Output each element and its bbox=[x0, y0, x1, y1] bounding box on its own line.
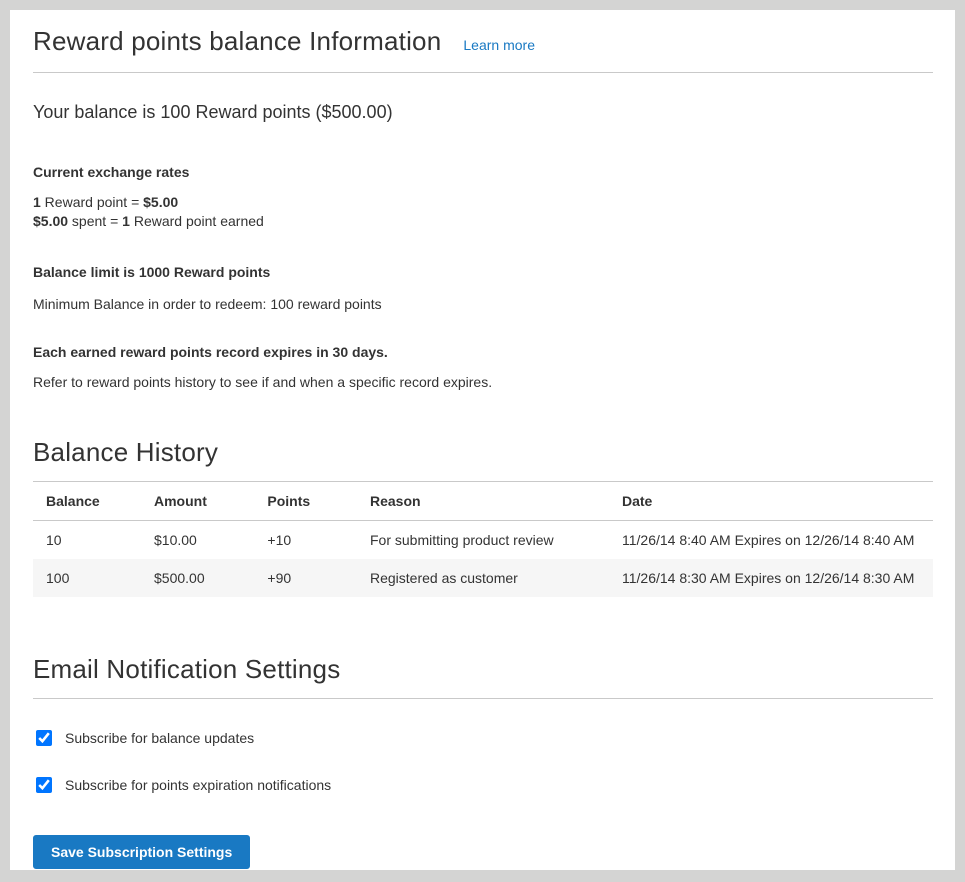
cell-balance: 100 bbox=[33, 559, 141, 597]
rate-equals-text: Reward point = bbox=[41, 194, 143, 210]
balance-summary: Your balance is 100 Reward points ($500.… bbox=[33, 102, 933, 123]
rate-point-count: 1 bbox=[33, 194, 41, 210]
table-header-row: Balance Amount Points Reason Date bbox=[33, 482, 933, 521]
earned-point-text: Reward point earned bbox=[130, 213, 264, 229]
cell-date: 11/26/14 8:30 AM Expires on 12/26/14 8:3… bbox=[609, 559, 933, 597]
minimum-redeem-text: Minimum Balance in order to redeem: 100 … bbox=[33, 296, 933, 312]
learn-more-link[interactable]: Learn more bbox=[463, 37, 535, 53]
expiration-note-text: Refer to reward points history to see if… bbox=[33, 374, 933, 390]
subscribe-balance-updates-checkbox[interactable] bbox=[36, 730, 52, 746]
exchange-rates-heading: Current exchange rates bbox=[33, 164, 933, 180]
balance-history-heading: Balance History bbox=[33, 437, 933, 482]
column-header-amount: Amount bbox=[141, 482, 254, 521]
exchange-rates-lines: 1 Reward point = $5.00 $5.00 spent = 1 R… bbox=[33, 193, 933, 231]
rate-point-value: $5.00 bbox=[143, 194, 178, 210]
exchange-rate-spend-line: $5.00 spent = 1 Reward point earned bbox=[33, 212, 933, 231]
spend-equals-text: spent = bbox=[68, 213, 122, 229]
cell-date: 11/26/14 8:40 AM Expires on 12/26/14 8:4… bbox=[609, 521, 933, 560]
page-header: Reward points balance Information Learn … bbox=[33, 26, 933, 73]
column-header-date: Date bbox=[609, 482, 933, 521]
page-title: Reward points balance Information bbox=[33, 26, 441, 57]
cell-amount: $500.00 bbox=[141, 559, 254, 597]
table-row: 10 $10.00 +10 For submitting product rev… bbox=[33, 521, 933, 560]
save-subscription-settings-button[interactable]: Save Subscription Settings bbox=[33, 835, 250, 869]
subscribe-balance-updates-row: Subscribe for balance updates bbox=[33, 730, 933, 746]
expiration-rule-text: Each earned reward points record expires… bbox=[33, 344, 933, 360]
column-header-balance: Balance bbox=[33, 482, 141, 521]
cell-reason: Registered as customer bbox=[357, 559, 609, 597]
cell-points: +90 bbox=[254, 559, 357, 597]
column-header-reason: Reason bbox=[357, 482, 609, 521]
email-settings-heading: Email Notification Settings bbox=[33, 654, 933, 699]
column-header-points: Points bbox=[254, 482, 357, 521]
exchange-rate-earn-line: 1 Reward point = $5.00 bbox=[33, 193, 933, 212]
subscribe-expiration-notifications-label[interactable]: Subscribe for points expiration notifica… bbox=[65, 777, 331, 793]
balance-history-table: Balance Amount Points Reason Date 10 $10… bbox=[33, 482, 933, 597]
cell-balance: 10 bbox=[33, 521, 141, 560]
subscribe-expiration-notifications-checkbox[interactable] bbox=[36, 777, 52, 793]
spend-amount: $5.00 bbox=[33, 213, 68, 229]
balance-limit-text: Balance limit is 1000 Reward points bbox=[33, 264, 933, 280]
cell-points: +10 bbox=[254, 521, 357, 560]
cell-amount: $10.00 bbox=[141, 521, 254, 560]
subscribe-balance-updates-label[interactable]: Subscribe for balance updates bbox=[65, 730, 254, 746]
cell-reason: For submitting product review bbox=[357, 521, 609, 560]
reward-points-panel: Reward points balance Information Learn … bbox=[10, 10, 955, 870]
table-row: 100 $500.00 +90 Registered as customer 1… bbox=[33, 559, 933, 597]
earned-point-count: 1 bbox=[122, 213, 130, 229]
subscribe-expiration-notifications-row: Subscribe for points expiration notifica… bbox=[33, 777, 933, 793]
